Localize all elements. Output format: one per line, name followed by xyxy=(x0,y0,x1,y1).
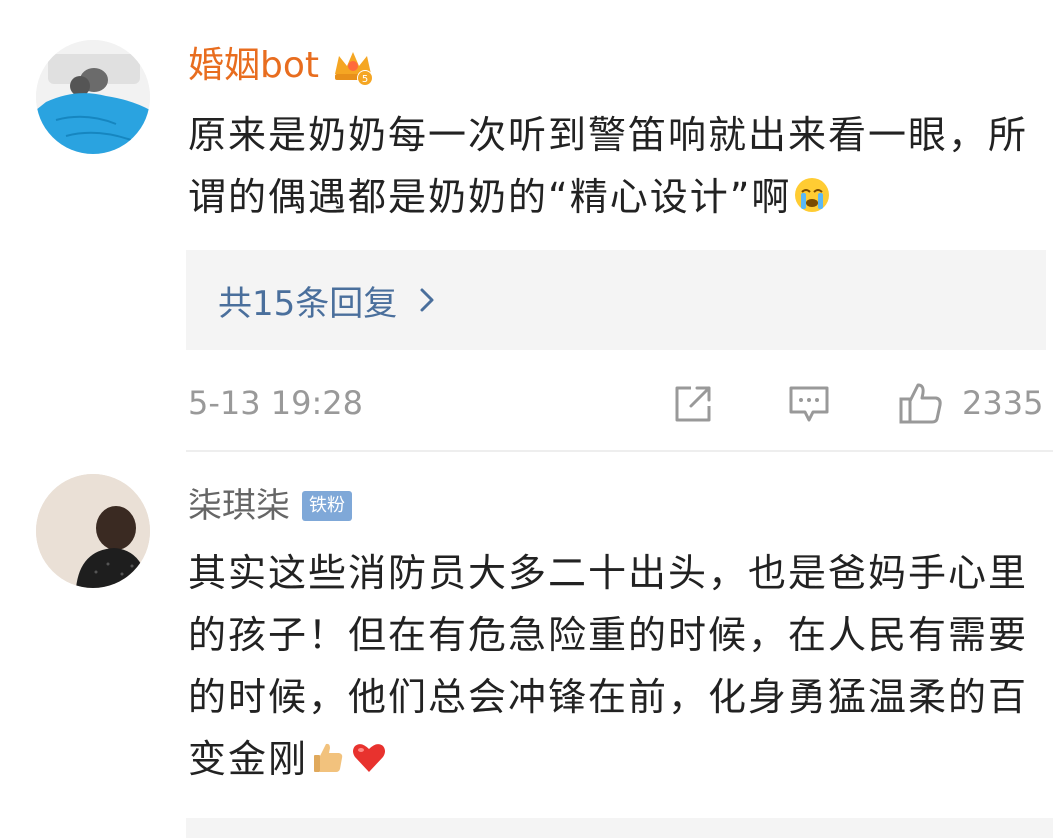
avatar-illustration xyxy=(36,40,150,154)
thumbs-up-emoji-icon xyxy=(314,743,343,772)
comment-item: 柒琪柒 铁粉 其实这些消防员大多二十出头，也是爸妈手心里的孩子！但在有危急险重的… xyxy=(0,452,1053,838)
crying-emoji-icon xyxy=(795,178,830,212)
comment-item: 婚姻bot 5 原来是奶奶每一次听到警笛响就出来看一眼，所谓的偶遇都是奶奶的“精… xyxy=(0,0,1053,452)
like-button[interactable]: 2335 xyxy=(898,380,1043,426)
crown-icon: 5 xyxy=(335,52,373,86)
share-icon[interactable] xyxy=(673,384,713,424)
comment-text: 原来是奶奶每一次听到警笛响就出来看一眼，所谓的偶遇都是奶奶的“精心设计”啊 xyxy=(188,113,1029,219)
comment-text: 其实这些消防员大多二十出头，也是爸妈手心里的孩子！但在有危急险重的时候，在人民有… xyxy=(188,551,1029,781)
chevron-right-icon xyxy=(420,288,434,312)
replies-label: 共15条回复 xyxy=(218,283,398,324)
avatar-illustration xyxy=(36,474,150,588)
fan-badge: 铁粉 xyxy=(302,491,352,521)
username[interactable]: 婚姻bot xyxy=(188,38,319,94)
comment-footer: 5-13 19:28 2335 xyxy=(188,380,1043,426)
view-replies-link[interactable]: 共15条回复 xyxy=(218,276,435,325)
timestamp: 5-13 19:28 xyxy=(188,384,364,422)
red-heart-emoji-icon xyxy=(353,744,386,772)
replies-box xyxy=(186,818,1053,838)
thumbs-up-icon xyxy=(899,383,942,424)
like-count: 2335 xyxy=(962,384,1044,422)
avatar[interactable] xyxy=(36,40,150,154)
avatar[interactable] xyxy=(36,474,150,588)
svg-text:5: 5 xyxy=(362,74,368,85)
reply-icon[interactable] xyxy=(787,384,831,424)
replies-box[interactable]: 共15条回复 xyxy=(186,250,1046,350)
username[interactable]: 柒琪柒 xyxy=(188,478,290,534)
